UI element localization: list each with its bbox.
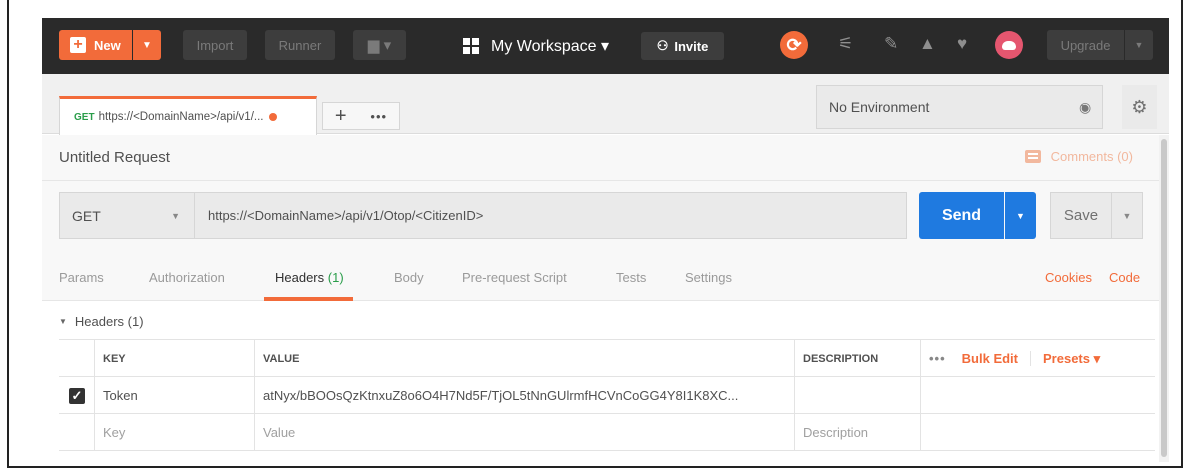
add-user-icon: ⚇ bbox=[656, 38, 669, 53]
comments-button[interactable]: Comments (0) bbox=[1024, 149, 1133, 164]
row-enabled-checkbox[interactable]: ✓ bbox=[69, 387, 85, 404]
tab-tests[interactable]: Tests bbox=[616, 270, 646, 285]
method-select[interactable]: GET ▼ bbox=[59, 192, 195, 239]
comment-icon bbox=[1024, 150, 1041, 163]
tab-headers-count: (1) bbox=[327, 270, 344, 285]
comments-label: Comments (0) bbox=[1050, 149, 1133, 164]
tab-authorization[interactable]: Authorization bbox=[149, 270, 225, 285]
save-dropdown-button[interactable]: ▼ bbox=[1112, 192, 1143, 239]
invite-button[interactable]: ⚇ Invite bbox=[641, 32, 724, 60]
tab-body[interactable]: Body bbox=[394, 270, 424, 285]
code-link[interactable]: Code bbox=[1109, 270, 1140, 285]
table-row: ✓ Token atNyx/bBOOsQzKtnxuZ8o6O4H7Nd5F/T… bbox=[59, 377, 1155, 414]
save-button[interactable]: Save bbox=[1050, 192, 1112, 239]
eye-icon[interactable]: ◉ bbox=[1079, 99, 1091, 116]
workspace-selector[interactable]: My Workspace ▾ bbox=[463, 32, 609, 60]
new-button[interactable]: + New bbox=[59, 30, 132, 60]
table-row-new: Key Value Description bbox=[59, 414, 1155, 451]
unsaved-dot-icon bbox=[269, 113, 278, 121]
new-dropdown-button[interactable]: ▼ bbox=[133, 30, 161, 60]
invite-label: Invite bbox=[674, 38, 709, 54]
new-window-icon: ▆ ▾ bbox=[367, 37, 392, 54]
tab-actions: + ••• bbox=[322, 102, 400, 130]
tab-more-button[interactable]: ••• bbox=[370, 109, 387, 124]
request-subtabs: Params Authorization Headers (1) Body Pr… bbox=[42, 253, 1159, 301]
workspace-label: My Workspace ▾ bbox=[491, 38, 609, 55]
tab-headers-label: Headers bbox=[275, 270, 325, 285]
cloud-icon bbox=[1002, 40, 1016, 50]
bell-icon[interactable]: ▲ bbox=[919, 34, 936, 54]
new-key-input[interactable]: Key bbox=[94, 414, 254, 451]
url-bar: GET ▼ https://<DomainName>/api/v1/Otop/<… bbox=[42, 181, 1159, 253]
grid-icon bbox=[463, 38, 479, 54]
headers-section: ▼ Headers (1) KEY VALUE DESCRIPTION ••• … bbox=[42, 302, 1159, 462]
sync-icon[interactable]: ⟳ bbox=[780, 31, 808, 59]
gear-icon[interactable]: ⚙ bbox=[1122, 85, 1157, 129]
satellite-icon[interactable]: ⚟ bbox=[838, 34, 853, 54]
key-column-header: KEY bbox=[94, 340, 254, 377]
active-tab-indicator bbox=[264, 297, 353, 301]
vertical-scrollbar[interactable] bbox=[1159, 135, 1169, 462]
table-actions: ••• Bulk Edit Presets ▾ bbox=[920, 340, 1155, 377]
presets-dropdown[interactable]: Presets ▾ bbox=[1043, 351, 1100, 367]
header-value-cell[interactable]: atNyx/bBOOsQzKtnxuZ8o6O4H7Nd5F/TjOL5tNnG… bbox=[254, 377, 794, 414]
row-actions-cell bbox=[920, 377, 1155, 414]
tab-method: GET bbox=[74, 111, 95, 123]
new-description-input[interactable]: Description bbox=[794, 414, 920, 451]
new-window-button[interactable]: ▆ ▾ bbox=[353, 30, 406, 60]
wrench-icon[interactable]: ✎ bbox=[884, 34, 898, 54]
top-bar: + New ▼ Import Runner ▆ ▾ My Workspace ▾… bbox=[42, 18, 1169, 74]
tab-prerequest-script[interactable]: Pre-request Script bbox=[462, 270, 567, 285]
headers-table: KEY VALUE DESCRIPTION ••• Bulk Edit Pres… bbox=[59, 339, 1155, 451]
cookies-link[interactable]: Cookies bbox=[1045, 270, 1092, 285]
method-label: GET bbox=[72, 207, 101, 224]
runner-button[interactable]: Runner bbox=[265, 30, 335, 60]
new-value-input[interactable]: Value bbox=[254, 414, 794, 451]
value-column-header: VALUE bbox=[254, 340, 794, 377]
header-description-cell[interactable] bbox=[794, 377, 920, 414]
avatar[interactable] bbox=[995, 31, 1023, 59]
send-button[interactable]: Send bbox=[919, 192, 1004, 239]
chevron-down-icon: ▼ bbox=[59, 317, 67, 326]
column-options-button[interactable]: ••• bbox=[929, 351, 946, 366]
bulk-edit-link[interactable]: Bulk Edit bbox=[962, 351, 1031, 366]
headers-toggle-label: Headers (1) bbox=[74, 314, 144, 329]
row-actions-cell bbox=[920, 414, 1155, 451]
upgrade-dropdown-button[interactable]: ▼ bbox=[1125, 30, 1153, 60]
row-checkbox-cell: ✓ bbox=[59, 377, 94, 414]
tab-params[interactable]: Params bbox=[59, 270, 104, 285]
scrollbar-thumb[interactable] bbox=[1161, 139, 1167, 457]
request-tab[interactable]: GET https://<DomainName>/api/v1/... bbox=[59, 96, 317, 135]
new-label: New bbox=[94, 37, 121, 53]
import-button[interactable]: Import bbox=[183, 30, 247, 60]
plus-icon: + bbox=[70, 37, 86, 53]
description-column-header: DESCRIPTION bbox=[794, 340, 920, 377]
tab-url: https://<DomainName>/api/v1/... bbox=[98, 111, 264, 123]
environment-label: No Environment bbox=[829, 99, 930, 115]
request-name-bar: Untitled Request Comments (0) bbox=[42, 135, 1159, 181]
request-tabs-bar: GET https://<DomainName>/api/v1/... + ••… bbox=[42, 74, 1169, 135]
send-dropdown-button[interactable]: ▼ bbox=[1005, 192, 1036, 239]
header-key-cell[interactable]: Token bbox=[94, 377, 254, 414]
checkbox-column-header bbox=[59, 340, 94, 377]
headers-collapse-toggle[interactable]: ▼ Headers (1) bbox=[59, 314, 144, 329]
table-header-row: KEY VALUE DESCRIPTION ••• Bulk Edit Pres… bbox=[59, 340, 1155, 377]
tab-headers[interactable]: Headers (1) bbox=[275, 270, 344, 285]
request-title[interactable]: Untitled Request bbox=[59, 149, 170, 166]
window-frame: + New ▼ Import Runner ▆ ▾ My Workspace ▾… bbox=[7, 0, 1183, 468]
add-tab-button[interactable]: + bbox=[335, 105, 347, 128]
row-checkbox-cell bbox=[59, 414, 94, 451]
heart-icon[interactable]: ♥ bbox=[957, 34, 967, 54]
upgrade-button[interactable]: Upgrade bbox=[1047, 30, 1124, 60]
environment-select[interactable]: No Environment ▼ bbox=[816, 85, 1103, 129]
url-input[interactable]: https://<DomainName>/api/v1/Otop/<Citize… bbox=[195, 192, 907, 239]
chevron-down-icon: ▼ bbox=[171, 210, 180, 221]
tab-settings[interactable]: Settings bbox=[685, 270, 732, 285]
postman-app: + New ▼ Import Runner ▆ ▾ My Workspace ▾… bbox=[42, 18, 1169, 462]
